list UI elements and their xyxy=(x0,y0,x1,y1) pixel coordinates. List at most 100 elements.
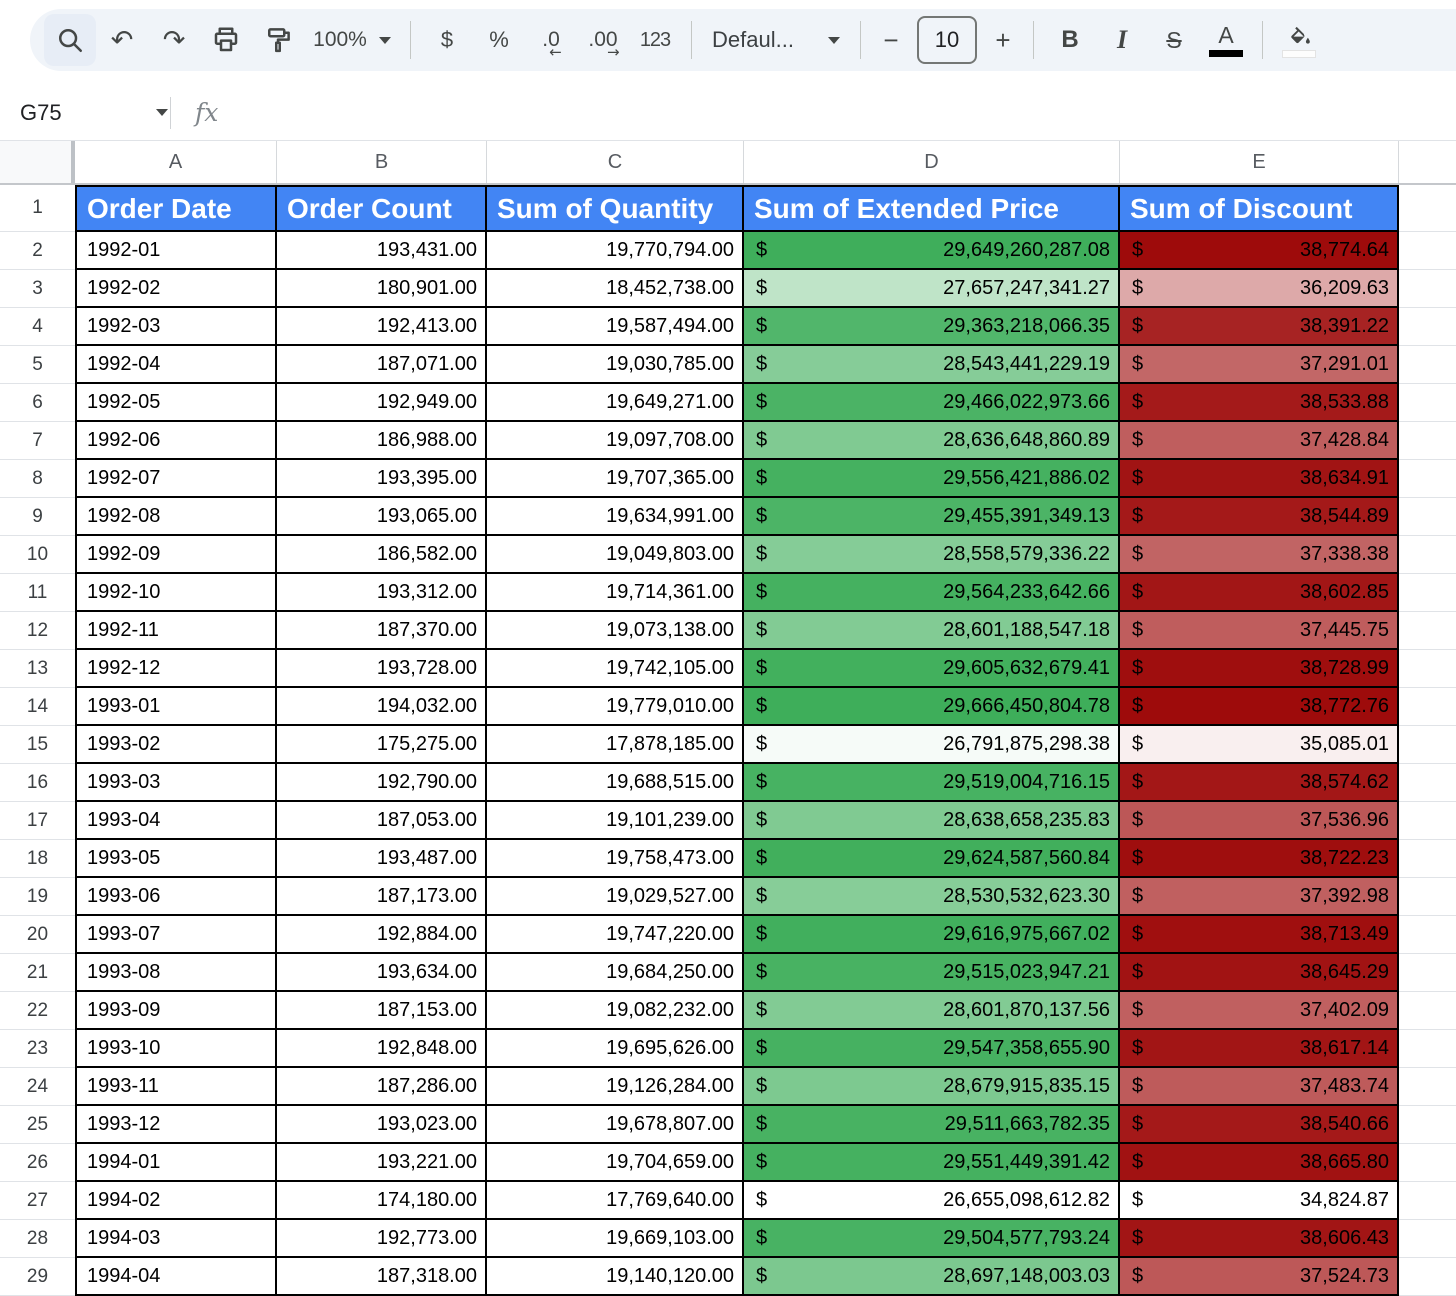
row-header-16[interactable]: 16 xyxy=(0,764,75,802)
cell-E15[interactable]: $35,085.01 xyxy=(1120,726,1399,764)
cell-A28[interactable]: 1994-03 xyxy=(75,1220,277,1258)
cell-B24[interactable]: 187,286.00 xyxy=(277,1068,487,1106)
cell-D2[interactable]: $29,649,260,287.08 xyxy=(744,232,1120,270)
cell-B21[interactable]: 193,634.00 xyxy=(277,954,487,992)
cell-D8[interactable]: $29,556,421,886.02 xyxy=(744,460,1120,498)
cell-C16[interactable]: 19,688,515.00 xyxy=(487,764,744,802)
cell-F28[interactable] xyxy=(1399,1220,1456,1258)
cell-F13[interactable] xyxy=(1399,650,1456,688)
cell-F22[interactable] xyxy=(1399,992,1456,1030)
cell-A4[interactable]: 1992-03 xyxy=(75,308,277,346)
row-header-21[interactable]: 21 xyxy=(0,954,75,992)
cell-F5[interactable] xyxy=(1399,346,1456,384)
cell-F25[interactable] xyxy=(1399,1106,1456,1144)
cell-C17[interactable]: 19,101,239.00 xyxy=(487,802,744,840)
cell-B22[interactable]: 187,153.00 xyxy=(277,992,487,1030)
cell-E4[interactable]: $38,391.22 xyxy=(1120,308,1399,346)
cell-E14[interactable]: $38,772.76 xyxy=(1120,688,1399,726)
column-header-A[interactable]: A xyxy=(75,141,277,183)
cell-D3[interactable]: $27,657,247,341.27 xyxy=(744,270,1120,308)
cell-A22[interactable]: 1993-09 xyxy=(75,992,277,1030)
font-size-input[interactable]: 10 xyxy=(917,16,977,64)
cell-B7[interactable]: 186,988.00 xyxy=(277,422,487,460)
cell-A19[interactable]: 1993-06 xyxy=(75,878,277,916)
cell-B6[interactable]: 192,949.00 xyxy=(277,384,487,422)
cell-A5[interactable]: 1992-04 xyxy=(75,346,277,384)
cell-A16[interactable]: 1993-03 xyxy=(75,764,277,802)
cell-F29[interactable] xyxy=(1399,1258,1456,1296)
cell-F15[interactable] xyxy=(1399,726,1456,764)
cell-E23[interactable]: $38,617.14 xyxy=(1120,1030,1399,1068)
cell-A26[interactable]: 1994-01 xyxy=(75,1144,277,1182)
cell-E22[interactable]: $37,402.09 xyxy=(1120,992,1399,1030)
cell-D22[interactable]: $28,601,870,137.56 xyxy=(744,992,1120,1030)
cell-D5[interactable]: $28,543,441,229.19 xyxy=(744,346,1120,384)
cell-F27[interactable] xyxy=(1399,1182,1456,1220)
cell-D29[interactable]: $28,697,148,003.03 xyxy=(744,1258,1120,1296)
cell-E12[interactable]: $37,445.75 xyxy=(1120,612,1399,650)
row-header-11[interactable]: 11 xyxy=(0,574,75,612)
cell-A18[interactable]: 1993-05 xyxy=(75,840,277,878)
cell-F20[interactable] xyxy=(1399,916,1456,954)
cell-B12[interactable]: 187,370.00 xyxy=(277,612,487,650)
cell-F9[interactable] xyxy=(1399,498,1456,536)
column-header-B[interactable]: B xyxy=(277,141,487,183)
cell-D25[interactable]: $29,511,663,782.35 xyxy=(744,1106,1120,1144)
cell-D13[interactable]: $29,605,632,679.41 xyxy=(744,650,1120,688)
cell-B26[interactable]: 193,221.00 xyxy=(277,1144,487,1182)
cell-C25[interactable]: 19,678,807.00 xyxy=(487,1106,744,1144)
cell-E19[interactable]: $37,392.98 xyxy=(1120,878,1399,916)
cell-C21[interactable]: 19,684,250.00 xyxy=(487,954,744,992)
cell-E9[interactable]: $38,544.89 xyxy=(1120,498,1399,536)
cell-D27[interactable]: $26,655,098,612.82 xyxy=(744,1182,1120,1220)
cell-E16[interactable]: $38,574.62 xyxy=(1120,764,1399,802)
row-header-9[interactable]: 9 xyxy=(0,498,75,536)
cell-E26[interactable]: $38,665.80 xyxy=(1120,1144,1399,1182)
format-currency-button[interactable]: $ xyxy=(421,14,473,66)
cell-C1[interactable]: Sum of Quantity xyxy=(487,185,744,232)
cell-B9[interactable]: 193,065.00 xyxy=(277,498,487,536)
cell-C28[interactable]: 19,669,103.00 xyxy=(487,1220,744,1258)
cell-E7[interactable]: $37,428.84 xyxy=(1120,422,1399,460)
cell-F8[interactable] xyxy=(1399,460,1456,498)
cell-B1[interactable]: Order Count xyxy=(277,185,487,232)
row-header-18[interactable]: 18 xyxy=(0,840,75,878)
cell-C9[interactable]: 19,634,991.00 xyxy=(487,498,744,536)
row-header-5[interactable]: 5 xyxy=(0,346,75,384)
cell-C19[interactable]: 19,029,527.00 xyxy=(487,878,744,916)
bold-button[interactable]: B xyxy=(1044,14,1096,66)
print-button[interactable] xyxy=(200,14,252,66)
cell-F24[interactable] xyxy=(1399,1068,1456,1106)
cell-F16[interactable] xyxy=(1399,764,1456,802)
cell-C10[interactable]: 19,049,803.00 xyxy=(487,536,744,574)
cell-C18[interactable]: 19,758,473.00 xyxy=(487,840,744,878)
cell-C6[interactable]: 19,649,271.00 xyxy=(487,384,744,422)
cell-A15[interactable]: 1993-02 xyxy=(75,726,277,764)
cell-A29[interactable]: 1994-04 xyxy=(75,1258,277,1296)
cell-D7[interactable]: $28,636,648,860.89 xyxy=(744,422,1120,460)
cell-E20[interactable]: $38,713.49 xyxy=(1120,916,1399,954)
cell-F17[interactable] xyxy=(1399,802,1456,840)
cell-E25[interactable]: $38,540.66 xyxy=(1120,1106,1399,1144)
cell-A14[interactable]: 1993-01 xyxy=(75,688,277,726)
cell-A8[interactable]: 1992-07 xyxy=(75,460,277,498)
cell-E1[interactable]: Sum of Discount xyxy=(1120,185,1399,232)
cell-D15[interactable]: $26,791,875,298.38 xyxy=(744,726,1120,764)
cell-B14[interactable]: 194,032.00 xyxy=(277,688,487,726)
cell-D16[interactable]: $29,519,004,716.15 xyxy=(744,764,1120,802)
cell-F23[interactable] xyxy=(1399,1030,1456,1068)
row-header-28[interactable]: 28 xyxy=(0,1220,75,1258)
cell-C15[interactable]: 17,878,185.00 xyxy=(487,726,744,764)
cell-C7[interactable]: 19,097,708.00 xyxy=(487,422,744,460)
cell-D14[interactable]: $29,666,450,804.78 xyxy=(744,688,1120,726)
cell-D9[interactable]: $29,455,391,349.13 xyxy=(744,498,1120,536)
format-percent-button[interactable]: % xyxy=(473,14,525,66)
cell-A2[interactable]: 1992-01 xyxy=(75,232,277,270)
cell-E13[interactable]: $38,728.99 xyxy=(1120,650,1399,688)
text-color-button[interactable]: A xyxy=(1200,14,1252,66)
cell-D23[interactable]: $29,547,358,655.90 xyxy=(744,1030,1120,1068)
cell-C11[interactable]: 19,714,361.00 xyxy=(487,574,744,612)
column-header-D[interactable]: D xyxy=(744,141,1120,183)
cell-B8[interactable]: 193,395.00 xyxy=(277,460,487,498)
column-header-E[interactable]: E xyxy=(1120,141,1399,183)
